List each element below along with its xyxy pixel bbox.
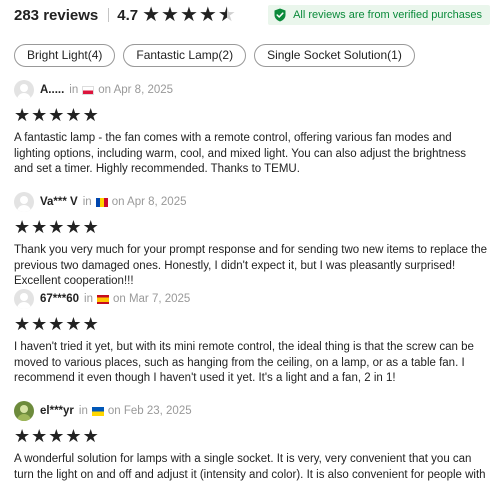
star-icon: ★ <box>31 314 48 334</box>
review-item: A..... in on Apr 8, 2025 ★ ★ ★ ★ ★ A fan… <box>14 80 488 178</box>
reviewer-name: A..... <box>40 84 65 96</box>
average-rating: 4.7 <box>117 6 139 24</box>
review-stars: ★ ★ ★ ★ ★ <box>14 314 488 334</box>
review-stars: ★ ★ ★ ★ ★ <box>14 105 488 125</box>
reviewer-name: 67***60 <box>40 293 80 305</box>
review-header: 67***60 in on Mar 7, 2025 <box>14 289 488 309</box>
in-label: in <box>84 293 93 305</box>
in-label: in <box>69 84 79 96</box>
star-icon: ★ <box>31 217 48 237</box>
star-icon: ★ <box>65 217 82 237</box>
in-label: in <box>78 405 88 417</box>
avatar <box>14 289 34 309</box>
star-icon: ★ <box>142 4 161 26</box>
spain-flag-icon <box>96 294 109 304</box>
star-icon: ★ <box>48 217 65 237</box>
review-item: el***yr in on Feb 23, 2025 ★ ★ ★ ★ ★ A w… <box>14 401 488 483</box>
verified-text: All reviews are from verified purchases <box>293 9 482 21</box>
review-header: Va*** V in on Apr 8, 2025 <box>14 192 488 212</box>
star-icon: ★ <box>82 426 99 446</box>
star-icon: ★ <box>14 426 31 446</box>
review-tag-filters: Bright Light(4) Fantastic Lamp(2) Single… <box>14 44 415 67</box>
review-stars: ★ ★ ★ ★ ★ <box>14 217 488 237</box>
shield-check-icon <box>274 8 286 22</box>
avatar <box>14 401 34 421</box>
star-icon: ★ <box>82 314 99 334</box>
star-icon: ★ <box>31 426 48 446</box>
review-stars: ★ ★ ★ ★ ★ <box>14 426 488 446</box>
reviewer-name: el***yr <box>40 405 74 417</box>
star-icon: ★ <box>82 217 99 237</box>
tag-bright-light[interactable]: Bright Light(4) <box>14 44 116 67</box>
star-icon: ★ <box>65 426 82 446</box>
review-count[interactable]: 283 reviews <box>14 7 98 24</box>
poland-flag-icon <box>82 85 95 95</box>
review-header: el***yr in on Feb 23, 2025 <box>14 401 488 421</box>
avatar <box>14 80 34 100</box>
review-text: Thank you very much for your prompt resp… <box>14 244 488 287</box>
divider <box>108 8 110 22</box>
review-header: A..... in on Apr 8, 2025 <box>14 80 488 100</box>
ukraine-flag-icon <box>91 406 104 416</box>
review-date: on Apr 8, 2025 <box>111 196 187 208</box>
star-icon: ★ <box>14 217 31 237</box>
review-text: A wonderful solution for lamps with a si… <box>14 453 486 481</box>
review-date: on Feb 23, 2025 <box>107 405 192 417</box>
moldova-flag-icon <box>95 197 108 207</box>
tag-single-socket-solution[interactable]: Single Socket Solution(1) <box>254 44 415 67</box>
in-label: in <box>82 196 92 208</box>
review-date: on Apr 8, 2025 <box>98 84 174 96</box>
review-text: A fantastic lamp - the fan comes with a … <box>14 132 466 175</box>
reviews-header: 283 reviews 4.7 ★ ★ ★ ★ ★ ★ All reviews a… <box>14 5 490 25</box>
star-icon: ★ <box>48 426 65 446</box>
reviewer-name: Va*** V <box>40 196 78 208</box>
review-item: Va*** V in on Apr 8, 2025 ★ ★ ★ ★ ★ Than… <box>14 192 488 290</box>
star-icon: ★ <box>31 105 48 125</box>
review-item: 67***60 in on Mar 7, 2025 ★ ★ ★ ★ ★ I ha… <box>14 289 488 387</box>
star-icon: ★ <box>14 105 31 125</box>
star-icon: ★ <box>161 4 179 26</box>
avatar <box>14 192 34 212</box>
verified-purchases-badge: All reviews are from verified purchases <box>268 5 490 25</box>
star-icon: ★ <box>198 4 217 26</box>
tag-fantastic-lamp[interactable]: Fantastic Lamp(2) <box>123 44 247 67</box>
review-text: I haven't tried it yet, but with its min… <box>14 341 474 384</box>
star-icon: ★ <box>14 314 31 334</box>
star-icon: ★ <box>82 105 99 125</box>
star-icon: ★ <box>48 105 65 125</box>
half-star-icon: ★ ★ <box>217 4 236 26</box>
star-icon: ★ <box>48 314 65 334</box>
star-icon: ★ <box>179 4 198 26</box>
average-rating-stars: ★ ★ ★ ★ ★ ★ <box>142 5 236 25</box>
review-date: on Mar 7, 2025 <box>112 293 191 305</box>
star-icon: ★ <box>65 105 82 125</box>
star-icon: ★ <box>65 314 82 334</box>
